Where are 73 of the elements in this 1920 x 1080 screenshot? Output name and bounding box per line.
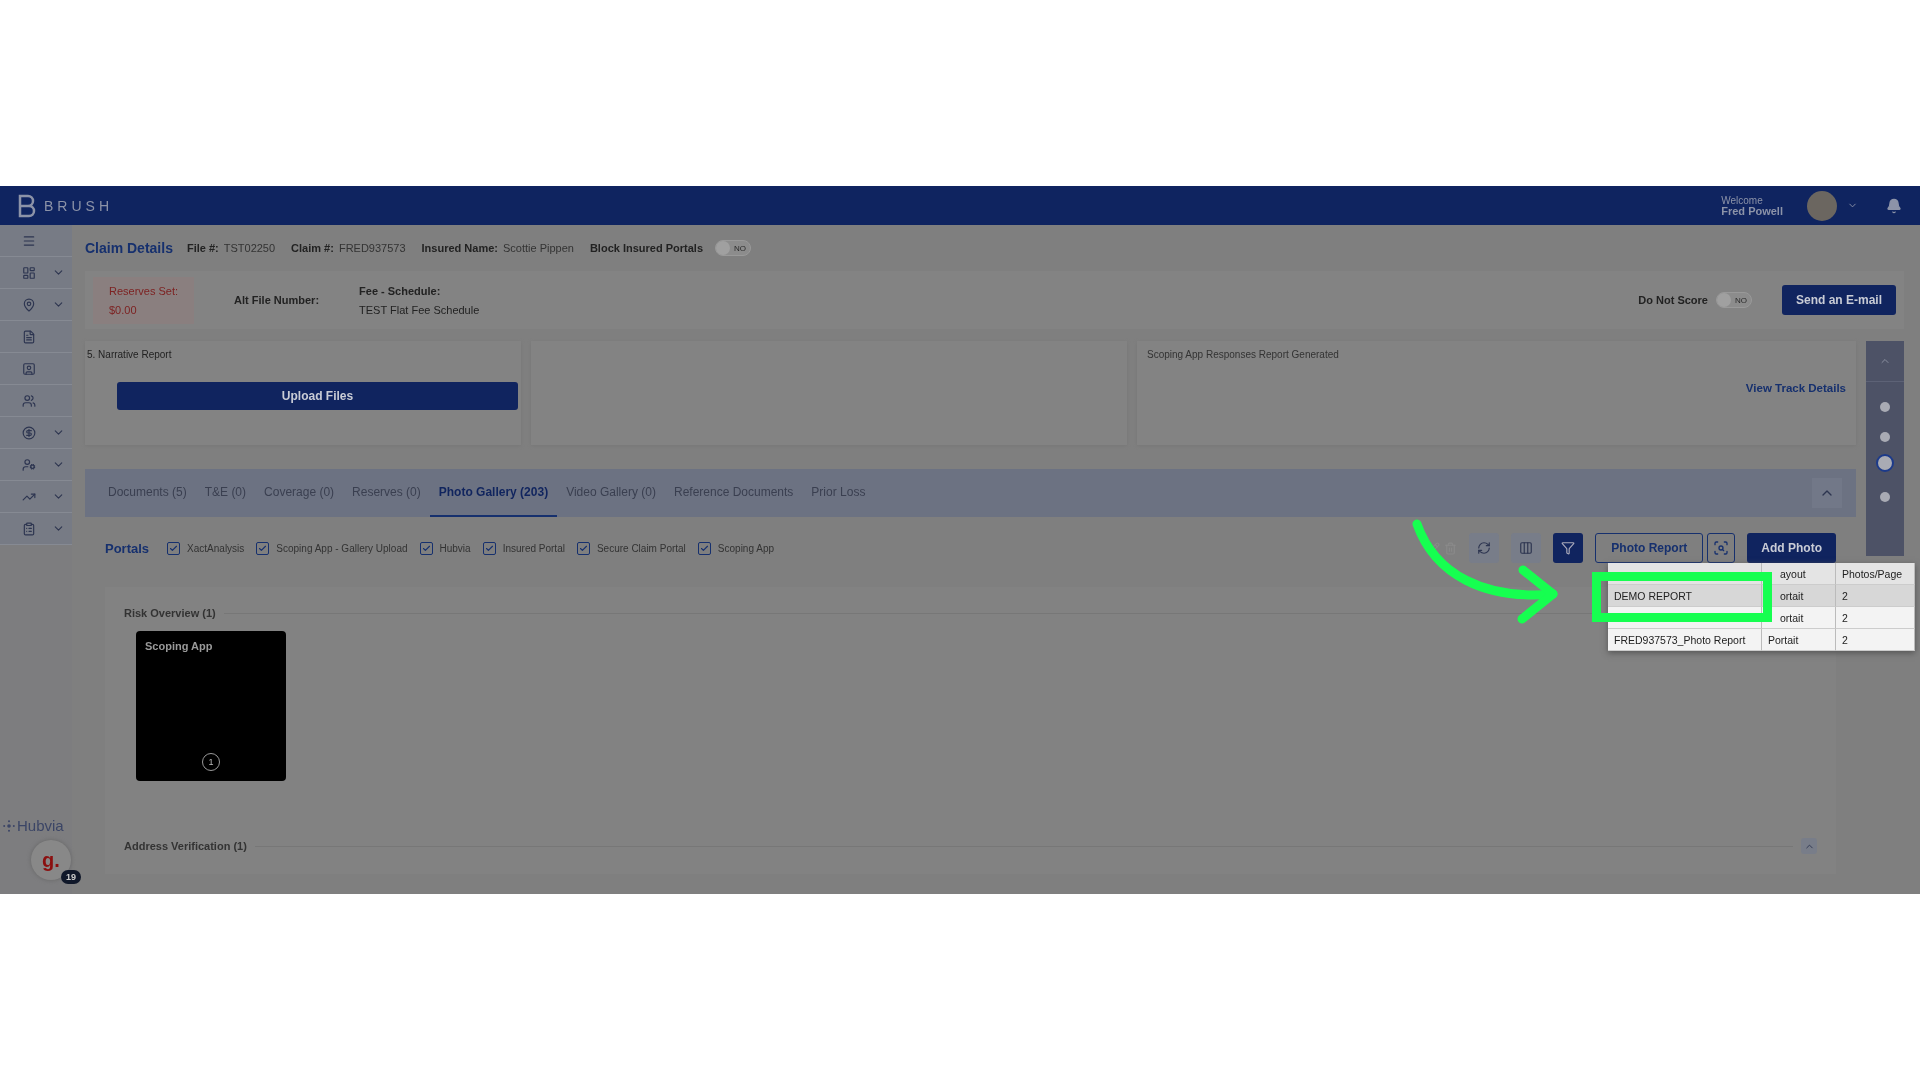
- upload-button[interactable]: Upload Files: [117, 382, 518, 410]
- checkbox-label: Scoping App - Gallery Upload: [276, 542, 408, 554]
- nav-dot[interactable]: [1880, 492, 1890, 502]
- report-name[interactable]: FRED937573_Photo Report: [1608, 629, 1762, 651]
- filter-button[interactable]: [1553, 533, 1584, 563]
- map-pin-icon[interactable]: [22, 297, 36, 312]
- field-label: Claim #:: [291, 242, 334, 254]
- dollar-icon[interactable]: [22, 425, 36, 440]
- nav-dot[interactable]: [1880, 402, 1890, 412]
- track-entry: Scoping App Responses Report Generated: [1147, 349, 1340, 360]
- checkbox-label: XactAnalysis: [187, 542, 245, 554]
- person-card-icon[interactable]: [22, 361, 36, 376]
- report-name[interactable]: DEMO REPORT: [1608, 585, 1762, 607]
- table-cell: 2: [1836, 607, 1915, 629]
- field-value: Scottie Pippen: [503, 242, 574, 254]
- clipboard-icon[interactable]: [22, 521, 36, 536]
- user-gear-icon[interactable]: [22, 457, 36, 472]
- checkbox-label: Scoping App: [717, 542, 774, 554]
- refresh-button[interactable]: [1469, 533, 1500, 563]
- logo-icon: [18, 193, 38, 218]
- tab[interactable]: Photo Gallery (203): [429, 469, 558, 517]
- partner-logo: Hubvia: [17, 817, 64, 834]
- report-title: 5. Narrative Report: [87, 349, 173, 360]
- field-value: FRED937573: [338, 242, 406, 254]
- section-title: Address Verification (1): [124, 840, 247, 852]
- toggle-switch[interactable]: NO: [715, 240, 751, 256]
- table-cell: Portait: [1762, 629, 1836, 651]
- photo-report-button[interactable]: Photo Report: [1595, 533, 1704, 563]
- refresh-icon[interactable]: [1477, 541, 1492, 555]
- table-cell: 2: [1836, 585, 1915, 607]
- checkbox-label: Insured Portal: [502, 542, 565, 554]
- collapse-button[interactable]: [1812, 478, 1842, 508]
- field-label: Alt File Number:: [234, 294, 320, 306]
- user-greeting: Welcome Fred Powell: [1721, 194, 1783, 217]
- nav-dot[interactable]: [1880, 432, 1890, 442]
- send-email-button[interactable]: Send an E-mail: [1781, 285, 1896, 315]
- field-label: Fee - Schedule:: [359, 284, 442, 297]
- notifications-icon[interactable]: [1886, 197, 1902, 214]
- column-header: ayout: [1762, 563, 1836, 585]
- dashboard-icon[interactable]: [22, 265, 36, 280]
- section-title: Risk Overview (1): [124, 607, 216, 619]
- checkbox-label: Hubvia: [439, 542, 471, 554]
- logo-text: BRUSH: [44, 197, 113, 214]
- column-header: Photos/Page: [1836, 563, 1915, 585]
- portals-label: Portals: [105, 540, 150, 556]
- scan-icon[interactable]: [1713, 540, 1730, 556]
- nav-dot[interactable]: [1876, 454, 1894, 472]
- columns-icon[interactable]: [1519, 541, 1534, 555]
- scan-button[interactable]: [1707, 533, 1736, 563]
- field-value: TEST Flat Fee Schedule: [359, 303, 480, 316]
- toggle-label: Block Insured Portals: [589, 242, 703, 254]
- field-label: File #:: [186, 242, 219, 254]
- columns-button[interactable]: [1511, 533, 1542, 563]
- toggle-label: Do Not Score: [1638, 294, 1708, 306]
- field-value: TST02250: [223, 242, 276, 254]
- document-icon[interactable]: [22, 329, 36, 344]
- table-cell: ortait: [1762, 607, 1836, 629]
- add-photo-button[interactable]: Add Photo: [1747, 533, 1836, 563]
- people-icon[interactable]: [22, 393, 36, 408]
- chat-badge: 19: [61, 870, 81, 884]
- menu-icon[interactable]: [22, 233, 36, 248]
- table-cell: 2: [1836, 629, 1915, 651]
- photo-caption: Scoping App: [145, 640, 213, 652]
- dots-icon: [3, 819, 15, 832]
- toggle-switch[interactable]: NO: [1715, 292, 1752, 308]
- user-avatar[interactable]: [1807, 190, 1837, 221]
- photo-placeholder[interactable]: Scoping App 1: [136, 631, 286, 781]
- page-title: Claim Details: [85, 240, 173, 256]
- view-track-link[interactable]: View Track Details: [1745, 382, 1846, 394]
- field-label: Insured Name:: [421, 242, 498, 254]
- filter-icon[interactable]: [1561, 541, 1576, 555]
- reserves-panel: Reserves Set: $0.00: [93, 276, 195, 324]
- checkbox-label: Secure Claim Portal: [596, 542, 686, 554]
